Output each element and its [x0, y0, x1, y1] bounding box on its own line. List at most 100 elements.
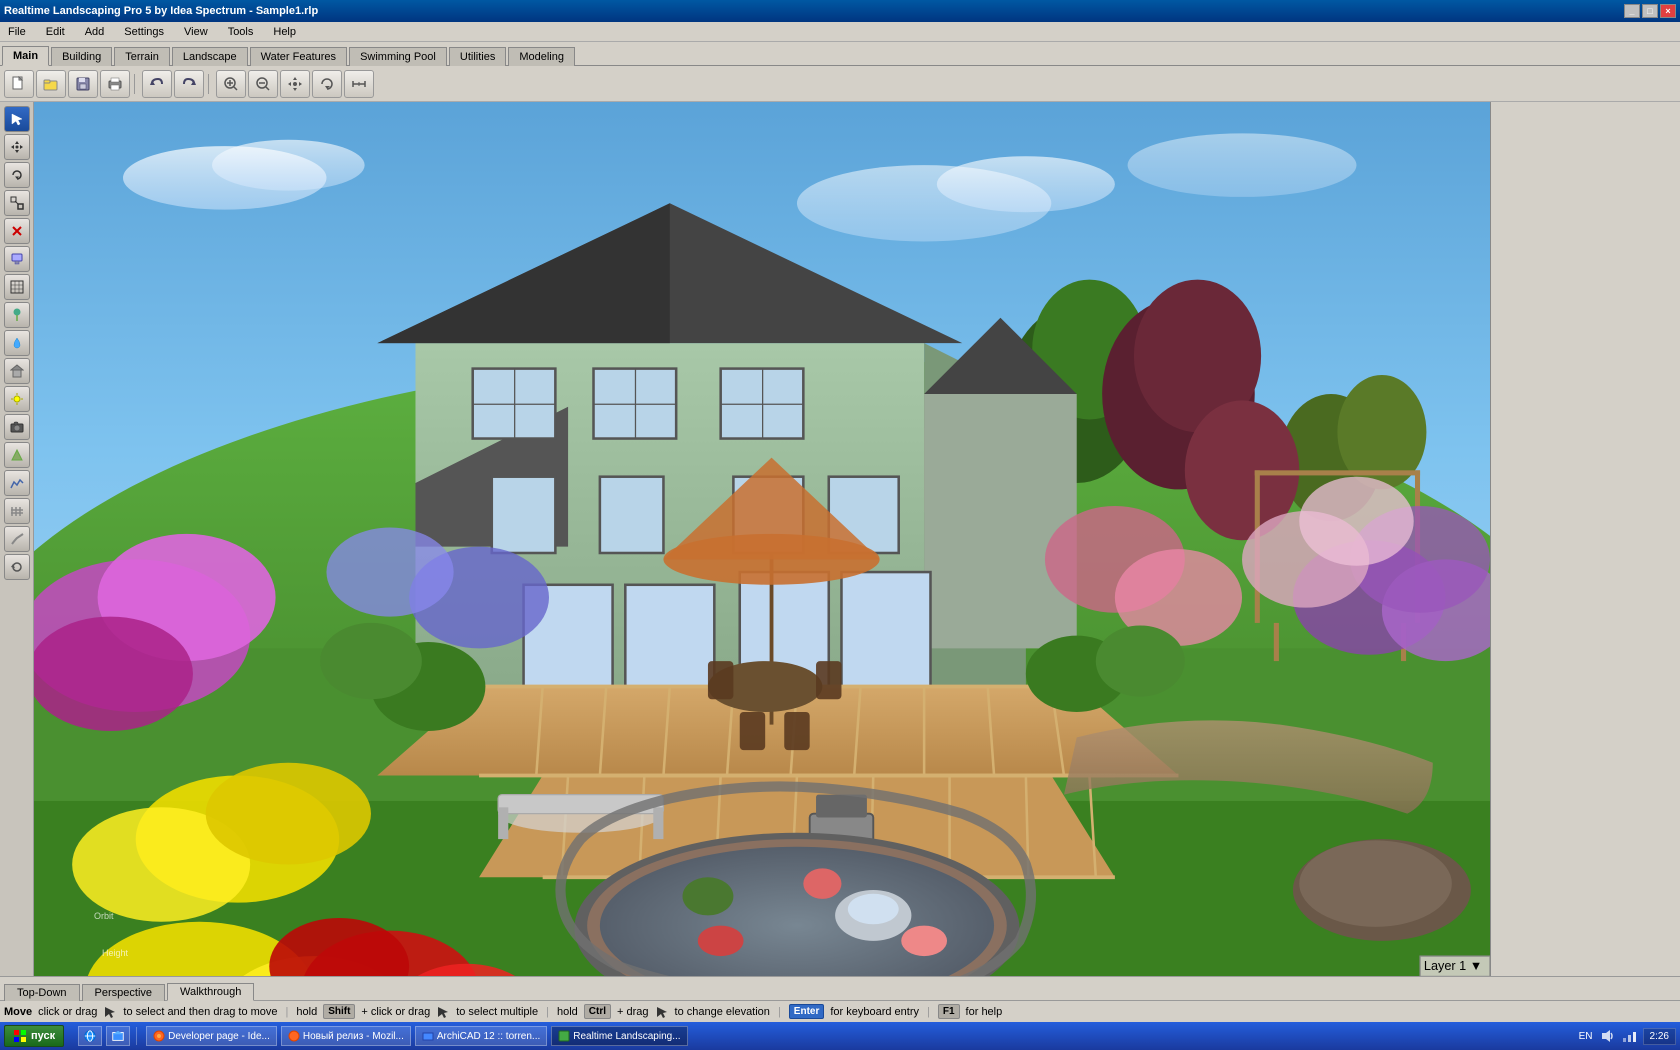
taskbar-mozilla[interactable]: Новый релиз - Mozil...	[281, 1026, 411, 1046]
print-button[interactable]	[100, 70, 130, 98]
toolbar	[0, 66, 1680, 102]
statusbar: Move click or drag to select and then dr…	[0, 1000, 1680, 1022]
move-tool[interactable]	[4, 134, 30, 160]
tab-water-features[interactable]: Water Features	[250, 47, 347, 66]
start-label: пуск	[31, 1030, 55, 1042]
path-tool[interactable]	[4, 526, 30, 552]
camera-tool[interactable]	[4, 414, 30, 440]
elevation-tool[interactable]	[4, 470, 30, 496]
menu-help[interactable]: Help	[269, 24, 300, 40]
status-detail3: to change elevation	[675, 1006, 770, 1018]
taskbar-realtime[interactable]: Realtime Landscaping...	[551, 1026, 687, 1046]
taskbar-developer-label: Developer page - Ide...	[168, 1031, 270, 1042]
archicad-icon	[422, 1030, 434, 1042]
quicklaunch-2[interactable]	[106, 1026, 130, 1046]
tab-terrain[interactable]: Terrain	[114, 47, 170, 66]
view-tabs: Top-Down Perspective Walkthrough	[0, 976, 1680, 1000]
show-desktop-icon	[111, 1028, 125, 1044]
light-tool[interactable]	[4, 386, 30, 412]
menu-tools[interactable]: Tools	[224, 24, 258, 40]
start-button[interactable]: пуск	[4, 1025, 64, 1047]
delete-tool[interactable]	[4, 218, 30, 244]
browser-icon	[153, 1030, 165, 1042]
lang-indicator: EN	[1579, 1031, 1593, 1042]
cursor-icon-3	[655, 1005, 669, 1019]
pan-button[interactable]	[280, 70, 310, 98]
status-hold-label: hold	[296, 1006, 317, 1018]
taskbar-realtime-label: Realtime Landscaping...	[573, 1031, 680, 1042]
status-instruction1: click or drag	[38, 1006, 97, 1018]
status-hold2-label: hold	[557, 1006, 578, 1018]
menu-view[interactable]: View	[180, 24, 212, 40]
menu-file[interactable]: File	[4, 24, 30, 40]
status-detail2: to select multiple	[456, 1006, 538, 1018]
new-button[interactable]	[4, 70, 34, 98]
view-tab-walkthrough[interactable]: Walkthrough	[167, 983, 254, 1001]
taskbar-tray: EN 2:26	[1579, 1028, 1676, 1045]
status-detail1: to select and then drag to move	[123, 1006, 277, 1018]
tab-modeling[interactable]: Modeling	[508, 47, 575, 66]
taskbar-archicad-label: ArchiCAD 12 :: torren...	[437, 1031, 540, 1042]
redo-button[interactable]	[174, 70, 204, 98]
menu-add[interactable]: Add	[81, 24, 109, 40]
status-move-label: Move	[4, 1006, 32, 1018]
view-tab-topdown[interactable]: Top-Down	[4, 984, 80, 1001]
menu-settings[interactable]: Settings	[120, 24, 168, 40]
cursor-icon	[103, 1005, 117, 1019]
titlebar-controls: _ □ ×	[1624, 4, 1676, 18]
speaker-icon[interactable]	[1599, 1028, 1615, 1044]
open-button[interactable]	[36, 70, 66, 98]
water-tool[interactable]	[4, 330, 30, 356]
realtime-icon	[558, 1030, 570, 1042]
taskbar-mozilla-label: Новый релиз - Mozil...	[303, 1031, 404, 1042]
titlebar: Realtime Landscaping Pro 5 by Idea Spect…	[0, 0, 1680, 22]
tabbar: Main Building Terrain Landscape Water Fe…	[0, 42, 1680, 66]
menu-edit[interactable]: Edit	[42, 24, 69, 40]
minimize-button[interactable]: _	[1624, 4, 1640, 18]
fence-tool[interactable]	[4, 498, 30, 524]
paint-tool[interactable]	[4, 246, 30, 272]
scale-tool[interactable]	[4, 190, 30, 216]
zoom-out-button[interactable]	[248, 70, 278, 98]
viewport[interactable]: Layer 1 ▼ Orbit Height	[34, 102, 1490, 976]
select-tool[interactable]	[4, 106, 30, 132]
plant-tool[interactable]	[4, 302, 30, 328]
close-button[interactable]: ×	[1660, 4, 1676, 18]
system-clock: 2:26	[1643, 1028, 1676, 1045]
rotate-view-button[interactable]	[312, 70, 342, 98]
ctrl-key: Ctrl	[584, 1004, 611, 1019]
status-detail4: for keyboard entry	[830, 1006, 919, 1018]
taskbar-developer-page[interactable]: Developer page - Ide...	[146, 1026, 277, 1046]
tab-swimming-pool[interactable]: Swimming Pool	[349, 47, 447, 66]
terrain-tool[interactable]	[4, 442, 30, 468]
view-tab-perspective[interactable]: Perspective	[82, 984, 165, 1001]
right-panel	[1490, 102, 1680, 976]
ie-icon	[83, 1028, 97, 1044]
taskbar: пуск Developer page - Ide... Новый релиз…	[0, 1022, 1680, 1050]
network-icon[interactable]	[1621, 1028, 1637, 1044]
save-button[interactable]	[68, 70, 98, 98]
maximize-button[interactable]: □	[1642, 4, 1658, 18]
tab-utilities[interactable]: Utilities	[449, 47, 506, 66]
status-detail5: for help	[966, 1006, 1003, 1018]
taskbar-archicad[interactable]: ArchiCAD 12 :: torren...	[415, 1026, 547, 1046]
shift-key: Shift	[323, 1004, 355, 1019]
quicklaunch-ie[interactable]	[78, 1026, 102, 1046]
texture-tool[interactable]	[4, 274, 30, 300]
rotate-tool[interactable]	[4, 162, 30, 188]
zoom-in-button[interactable]	[216, 70, 246, 98]
tab-landscape[interactable]: Landscape	[172, 47, 248, 66]
structure-tool[interactable]	[4, 358, 30, 384]
toolbar-separator-2	[208, 74, 212, 94]
undo-button[interactable]	[142, 70, 172, 98]
tab-building[interactable]: Building	[51, 47, 112, 66]
taskbar-sep	[136, 1027, 140, 1045]
tab-main[interactable]: Main	[2, 46, 49, 66]
main-layout: Layer 1 ▼ Orbit Height	[0, 102, 1680, 976]
measure-button[interactable]	[344, 70, 374, 98]
toolbar-separator	[134, 74, 138, 94]
refresh-tool[interactable]	[4, 554, 30, 580]
compass-height-label: Height	[102, 948, 128, 958]
svg-text:Layer 1 ▼: Layer 1 ▼	[1424, 958, 1482, 973]
compass-orbit-label: Orbit	[94, 911, 114, 921]
